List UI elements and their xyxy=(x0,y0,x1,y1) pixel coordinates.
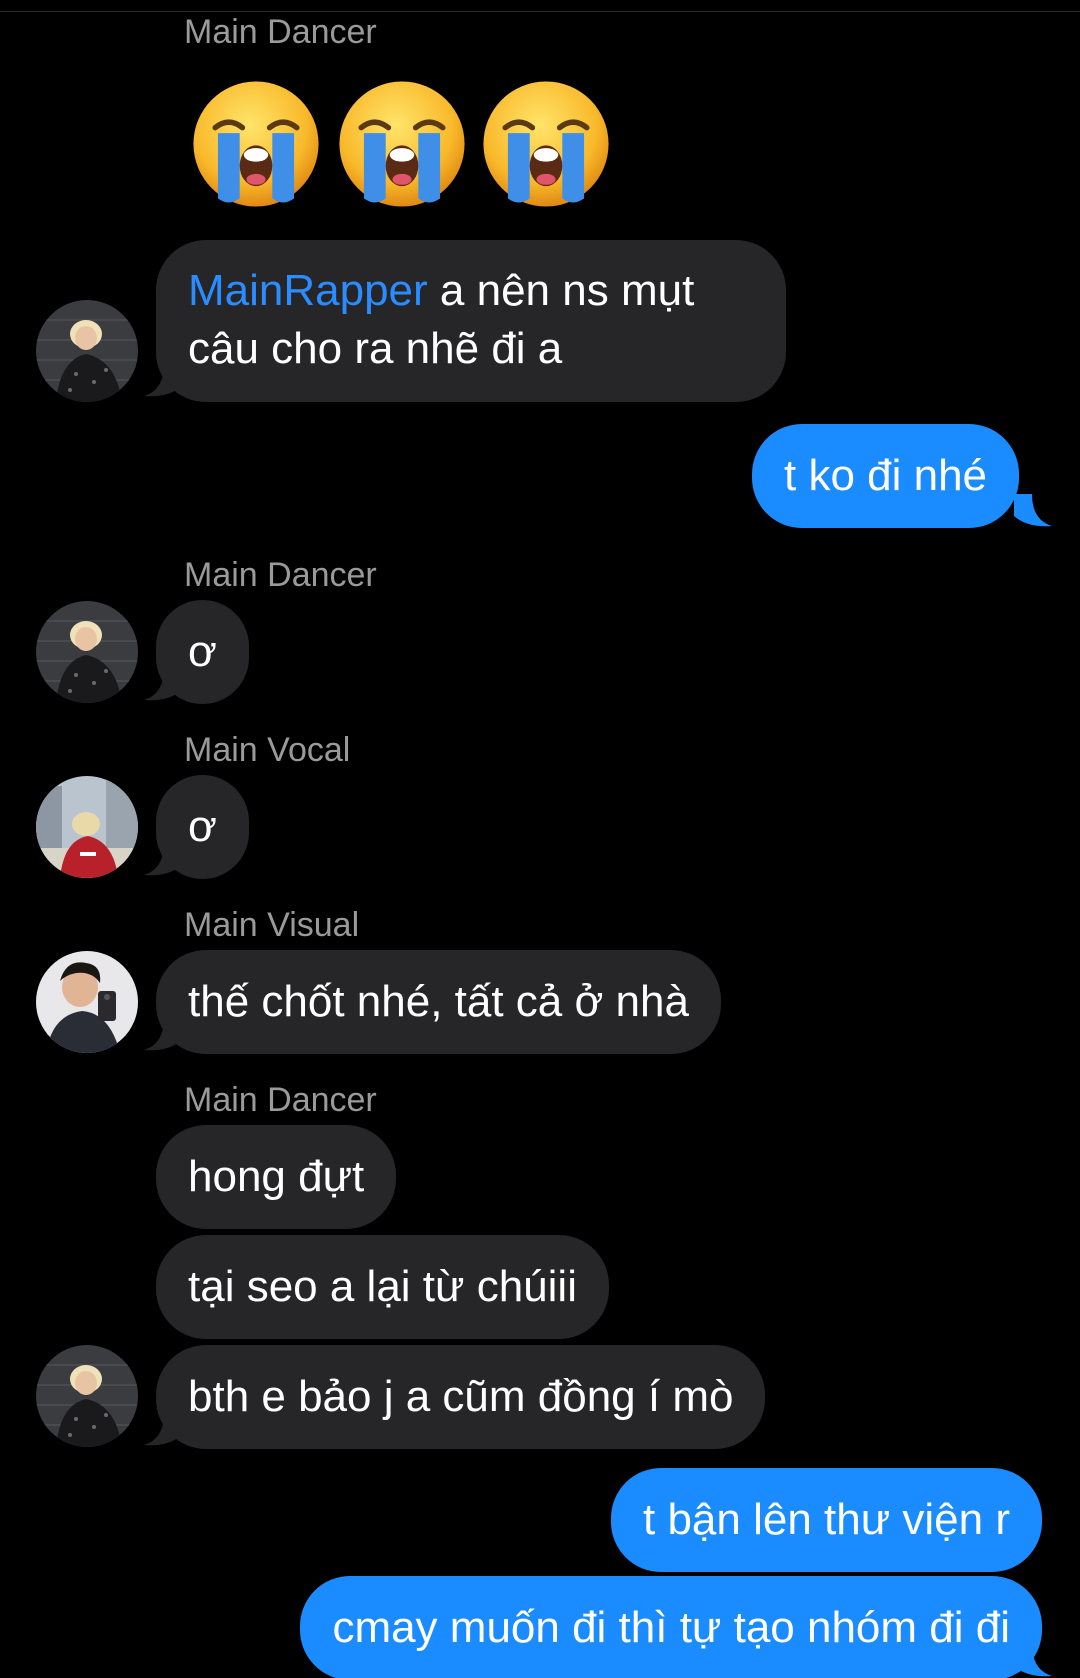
message-bubble[interactable]: MainRapper a nên ns mụt câu cho ra nhẽ đ… xyxy=(156,240,786,402)
top-divider xyxy=(0,0,1080,12)
avatar-main-visual[interactable] xyxy=(36,951,138,1053)
message-text: tại seo a lại từ chúiii xyxy=(188,1262,577,1311)
loudly-crying-face-icon xyxy=(193,81,319,207)
sender-name: Main Vocal xyxy=(184,731,351,769)
message-text: hong đựt xyxy=(188,1152,365,1201)
message-text: ơ xyxy=(188,627,217,676)
message-bubble[interactable]: hong đựt xyxy=(156,1125,397,1229)
sender-name: Main Visual xyxy=(184,906,360,944)
message-bubble[interactable]: bth e bảo j a cũm đồng í mò xyxy=(156,1345,766,1449)
outgoing-message-bubble[interactable]: cmay muốn đi thì tự tạo nhóm đi đi xyxy=(300,1576,1042,1678)
message-bubble[interactable]: ơ xyxy=(156,775,249,879)
message-text: ơ xyxy=(188,802,217,851)
message-line: MainRapper a nên ns mụt xyxy=(188,262,754,320)
message-text: t bận lên thư viện r xyxy=(643,1495,1010,1544)
bubble-tail xyxy=(1014,494,1052,527)
chat-screen: Main Dancer MainRapper a nên ns mụt câu … xyxy=(0,0,1080,1678)
loudly-crying-face-icon xyxy=(483,81,609,207)
sender-name: Main Dancer xyxy=(184,13,377,51)
sender-name: Main Dancer xyxy=(184,1081,377,1119)
message-bubble[interactable]: thế chốt nhé, tất cả ở nhà xyxy=(156,950,721,1054)
message-text: a nên ns mụt xyxy=(427,266,695,315)
avatar-main-dancer[interactable] xyxy=(36,601,138,703)
outgoing-message-bubble[interactable]: t bận lên thư viện r xyxy=(611,1468,1042,1572)
message-text: thế chốt nhé, tất cả ở nhà xyxy=(188,977,689,1026)
loudly-crying-face-icon xyxy=(339,81,465,207)
outgoing-message-bubble[interactable]: t ko đi nhé xyxy=(752,424,1020,528)
message-bubble[interactable]: ơ xyxy=(156,600,249,704)
message-bubble[interactable]: tại seo a lại từ chúiii xyxy=(156,1235,609,1339)
avatar-main-dancer[interactable] xyxy=(36,300,138,402)
message-text: t ko đi nhé xyxy=(784,451,988,500)
avatar-main-dancer[interactable] xyxy=(36,1345,138,1447)
message-text: cmay muốn đi thì tự tạo nhóm đi đi xyxy=(332,1603,1010,1652)
message-text: bth e bảo j a cũm đồng í mò xyxy=(188,1372,734,1421)
message-text: câu cho ra nhẽ đi a xyxy=(188,324,563,373)
mention-link[interactable]: MainRapper xyxy=(188,266,428,315)
sender-name: Main Dancer xyxy=(184,556,377,594)
avatar-main-vocal[interactable] xyxy=(36,776,138,878)
